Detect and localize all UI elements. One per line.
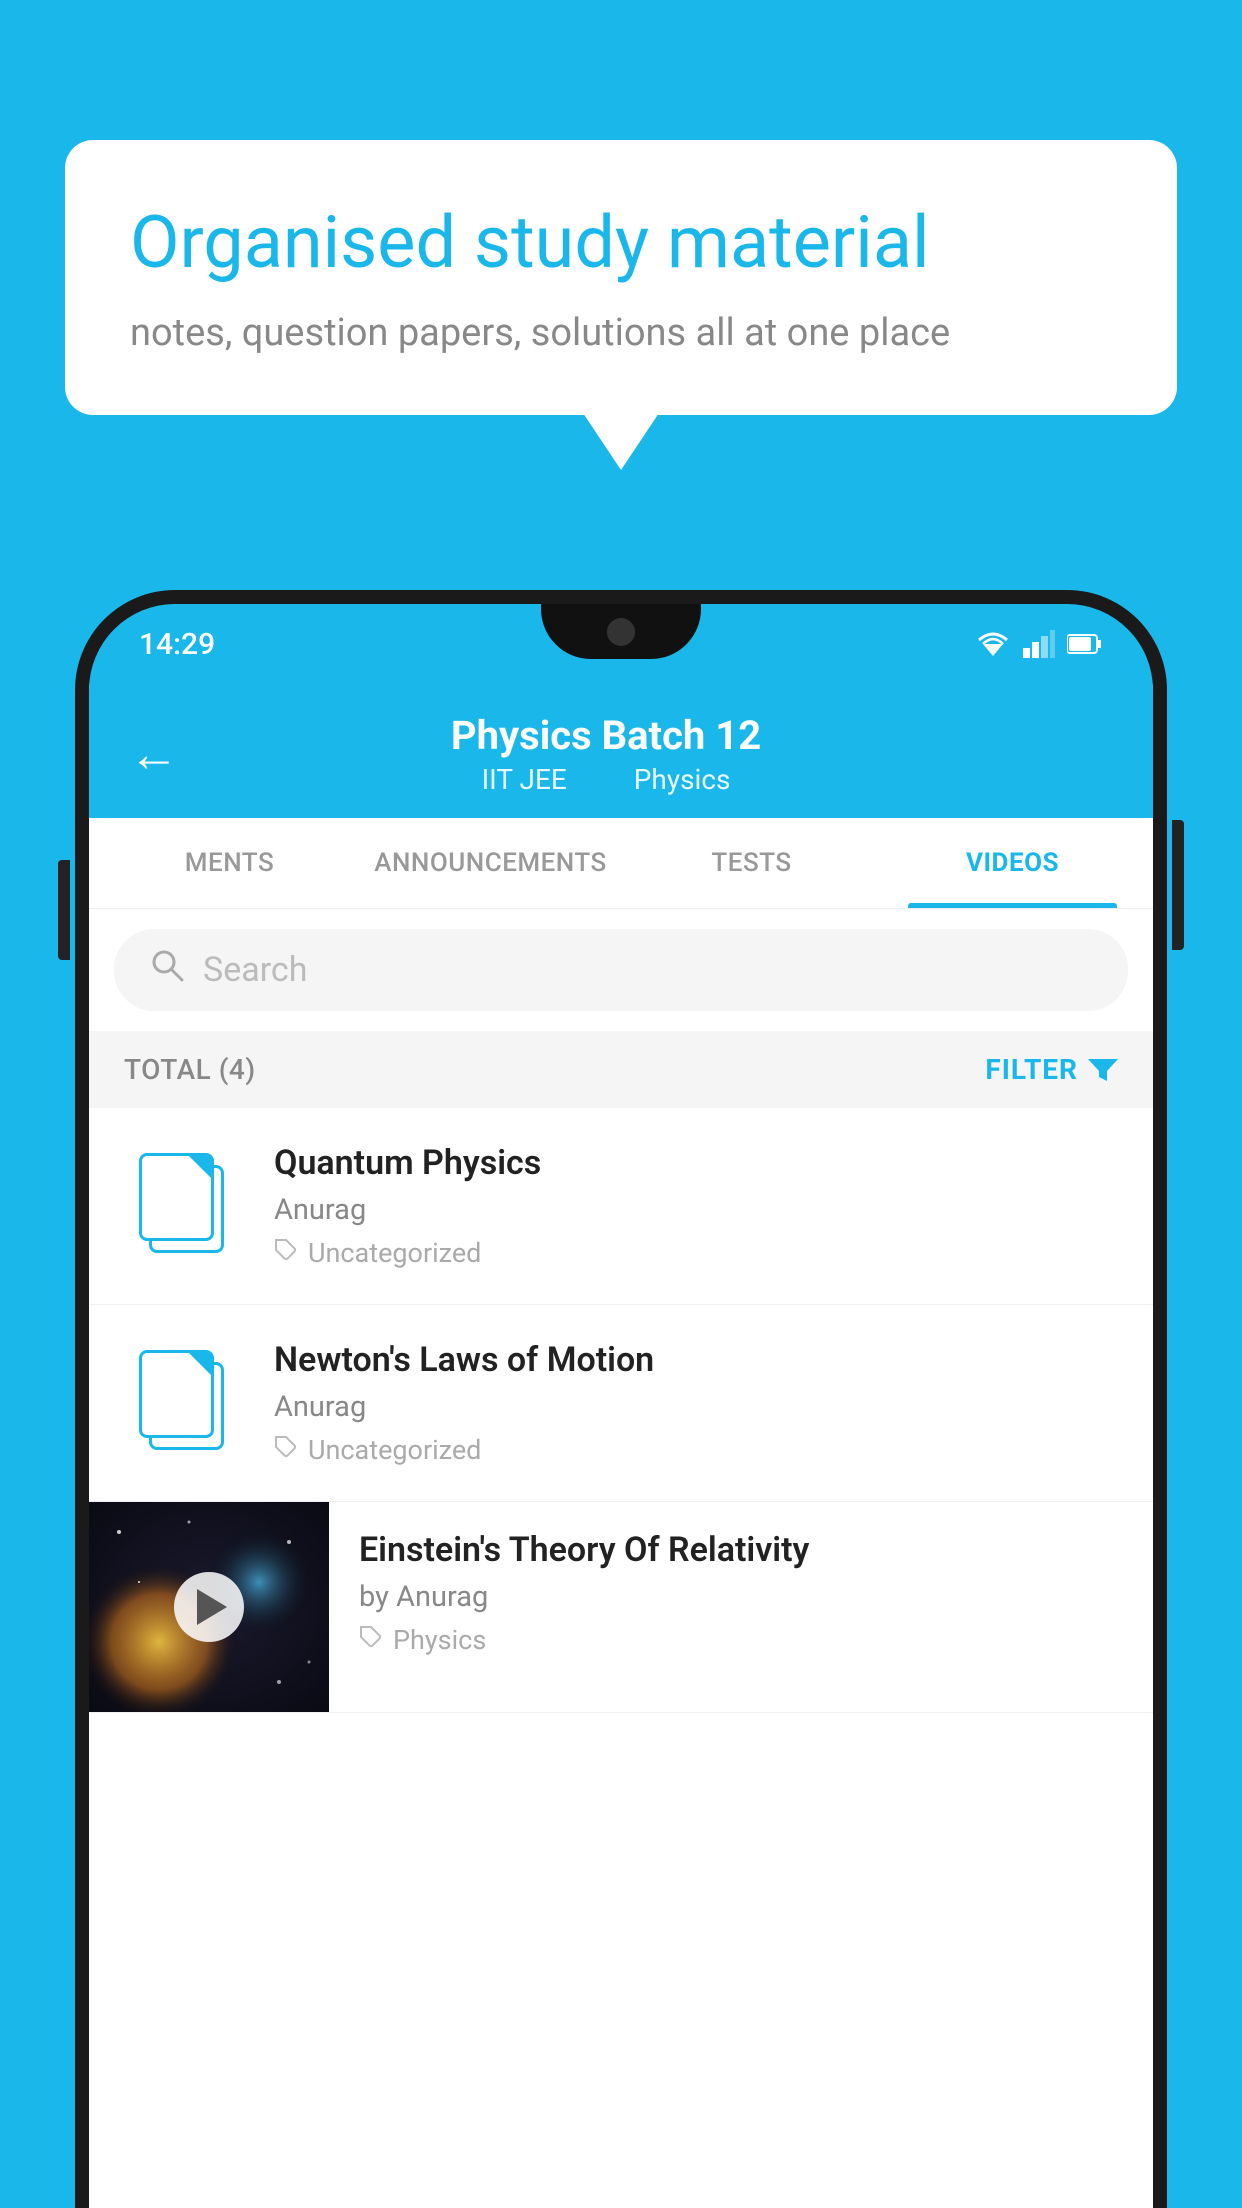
back-button[interactable]: ← (129, 725, 179, 784)
video-tag-text: Uncategorized (308, 1434, 481, 1466)
phone-power-button (1172, 820, 1184, 950)
video-info: Quantum Physics Anurag Uncategorized (274, 1143, 1118, 1269)
header-subtitle: IIT JEE Physics (209, 763, 1003, 796)
video-title: Quantum Physics (274, 1143, 1118, 1183)
video-file-icon (124, 1143, 244, 1263)
play-button[interactable] (174, 1572, 244, 1642)
speech-bubble: Organised study material notes, question… (65, 140, 1177, 415)
tag-icon (274, 1435, 298, 1465)
phone-frame: 14:29 (75, 590, 1167, 2208)
header-title-text: Physics Batch 12 (209, 712, 1003, 759)
tab-tests[interactable]: TESTS (621, 818, 882, 908)
phone-volume-button (58, 860, 70, 960)
phone-notch (541, 604, 701, 659)
speech-bubble-heading: Organised study material (130, 200, 1112, 286)
video-author: by Anurag (359, 1580, 1123, 1614)
speech-bubble-subtext: notes, question papers, solutions all at… (130, 311, 1112, 355)
total-label: TOTAL (4) (124, 1053, 256, 1086)
video-author: Anurag (274, 1390, 1118, 1424)
video-title: Einstein's Theory Of Relativity (359, 1530, 1123, 1570)
tag-icon (359, 1625, 383, 1655)
status-bar: 14:29 (89, 604, 1153, 684)
status-icons (975, 630, 1103, 658)
play-triangle-icon (197, 1589, 227, 1625)
video-tag: Physics (359, 1624, 1123, 1656)
video-info: Newton's Laws of Motion Anurag Uncategor… (274, 1340, 1118, 1466)
file-icon-front (139, 1350, 214, 1438)
video-file-icon (124, 1340, 244, 1460)
search-placeholder: Search (203, 950, 307, 990)
filter-label: FILTER (985, 1053, 1078, 1086)
tabs-bar: MENTS ANNOUNCEMENTS TESTS VIDEOS (89, 818, 1153, 909)
filter-button[interactable]: FILTER (985, 1053, 1118, 1086)
phone-inner: ← Physics Batch 12 IIT JEE Physics MENTS… (89, 684, 1153, 2208)
video-author: Anurag (274, 1193, 1118, 1227)
list-item[interactable]: Einstein's Theory Of Relativity by Anura… (89, 1502, 1153, 1713)
filter-bar: TOTAL (4) FILTER (89, 1031, 1153, 1108)
tab-ments[interactable]: MENTS (99, 818, 360, 908)
phone-camera (607, 618, 635, 646)
search-bar[interactable]: Search (114, 929, 1128, 1011)
tab-announcements[interactable]: ANNOUNCEMENTS (360, 818, 621, 908)
video-thumbnail (89, 1502, 329, 1712)
list-item[interactable]: Newton's Laws of Motion Anurag Uncategor… (89, 1305, 1153, 1502)
header-subtitle-left: IIT JEE (482, 763, 567, 796)
list-item[interactable]: Quantum Physics Anurag Uncategorized (89, 1108, 1153, 1305)
status-time: 14:29 (139, 627, 215, 662)
battery-icon (1067, 633, 1103, 655)
video-tag: Uncategorized (274, 1237, 1118, 1269)
video-tag-text: Uncategorized (308, 1237, 481, 1269)
wifi-icon (975, 630, 1011, 658)
video-title: Newton's Laws of Motion (274, 1340, 1118, 1380)
header-subtitle-right: Physics (634, 763, 731, 796)
header-title: Physics Batch 12 IIT JEE Physics (209, 712, 1003, 796)
video-list: Quantum Physics Anurag Uncategorized (89, 1108, 1153, 2208)
speech-bubble-container: Organised study material notes, question… (65, 140, 1177, 415)
search-icon (149, 947, 185, 993)
video-info: Einstein's Theory Of Relativity by Anura… (329, 1502, 1153, 1684)
app-header: ← Physics Batch 12 IIT JEE Physics (89, 684, 1153, 818)
video-tag: Uncategorized (274, 1434, 1118, 1466)
signal-icon (1023, 630, 1055, 658)
filter-icon (1088, 1055, 1118, 1085)
tag-icon (274, 1238, 298, 1268)
file-icon-front (139, 1153, 214, 1241)
tab-videos[interactable]: VIDEOS (882, 818, 1143, 908)
video-tag-text: Physics (393, 1624, 486, 1656)
